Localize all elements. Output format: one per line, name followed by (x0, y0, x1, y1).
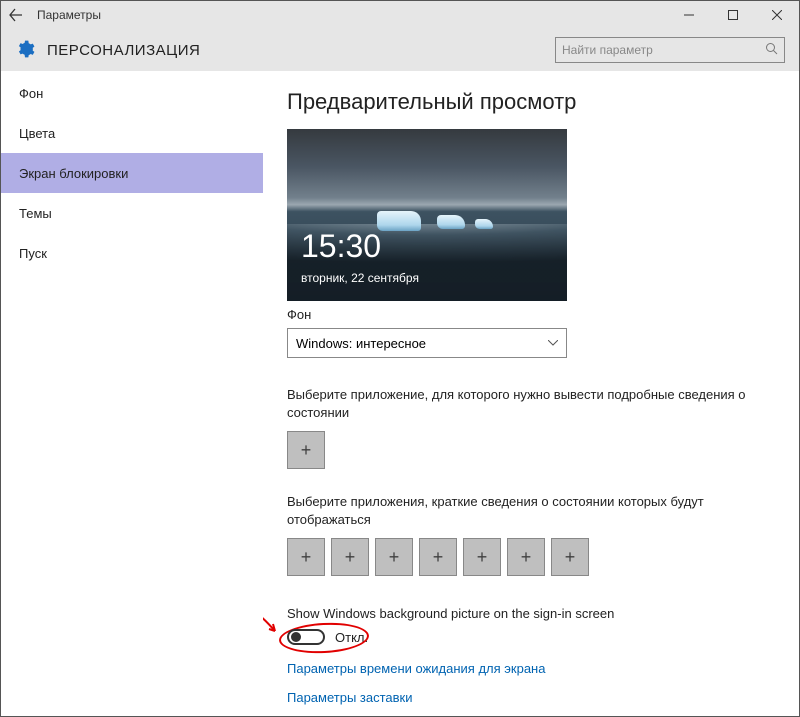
titlebar: Параметры (1, 1, 799, 29)
main-pane: Предварительный просмотр 15:30 вторник, … (263, 71, 799, 716)
window-title: Параметры (31, 8, 101, 22)
add-quick-app-button[interactable]: + (551, 538, 589, 576)
plus-icon: + (565, 547, 576, 568)
toggle-knob (291, 632, 301, 642)
add-quick-app-button[interactable]: + (419, 538, 457, 576)
signin-bg-toggle-row: Откл. (287, 629, 779, 645)
section-title: ПЕРСОНАЛИЗАЦИЯ (47, 42, 200, 59)
screensaver-settings-link[interactable]: Параметры заставки (287, 690, 779, 705)
background-label: Фон (287, 307, 779, 322)
header: ПЕРСОНАЛИЗАЦИЯ Найти параметр (1, 29, 799, 71)
search-placeholder: Найти параметр (562, 43, 653, 57)
add-quick-app-button[interactable]: + (287, 538, 325, 576)
maximize-button[interactable] (711, 1, 755, 29)
plus-icon: + (477, 547, 488, 568)
plus-icon: + (521, 547, 532, 568)
preview-time: 15:30 (301, 228, 381, 265)
window-controls (667, 1, 799, 29)
preview-heading: Предварительный просмотр (287, 89, 779, 115)
lockscreen-preview: 15:30 вторник, 22 сентября (287, 129, 567, 301)
screen-timeout-link[interactable]: Параметры времени ожидания для экрана (287, 661, 779, 676)
chevron-down-icon (548, 338, 558, 349)
dropdown-value: Windows: интересное (296, 336, 426, 351)
sidebar-item-colors[interactable]: Цвета (1, 113, 263, 153)
detailed-status-label: Выберите приложение, для которого нужно … (287, 386, 779, 421)
add-quick-app-button[interactable]: + (507, 538, 545, 576)
plus-icon: + (345, 547, 356, 568)
plus-icon: + (301, 440, 312, 461)
signin-bg-toggle[interactable] (287, 629, 325, 645)
sidebar-item-background[interactable]: Фон (1, 73, 263, 113)
search-icon (765, 42, 778, 58)
gear-icon (15, 39, 35, 62)
sidebar-item-start[interactable]: Пуск (1, 233, 263, 273)
background-dropdown[interactable]: Windows: интересное (287, 328, 567, 358)
plus-icon: + (389, 547, 400, 568)
close-button[interactable] (755, 1, 799, 29)
plus-icon: + (301, 547, 312, 568)
preview-date: вторник, 22 сентября (301, 271, 419, 285)
add-detailed-app-button[interactable]: + (287, 431, 325, 469)
sidebar-item-lockscreen[interactable]: Экран блокировки (1, 153, 263, 193)
signin-bg-toggle-label: Show Windows background picture on the s… (287, 606, 779, 621)
add-quick-app-button[interactable]: + (375, 538, 413, 576)
sidebar-item-themes[interactable]: Темы (1, 193, 263, 233)
search-input[interactable]: Найти параметр (555, 37, 785, 63)
sidebar: Фон Цвета Экран блокировки Темы Пуск (1, 71, 263, 716)
minimize-button[interactable] (667, 1, 711, 29)
add-quick-app-button[interactable]: + (331, 538, 369, 576)
add-quick-app-button[interactable]: + (463, 538, 501, 576)
plus-icon: + (433, 547, 444, 568)
back-button[interactable] (1, 1, 31, 29)
quick-status-label: Выберите приложения, краткие сведения о … (287, 493, 779, 528)
